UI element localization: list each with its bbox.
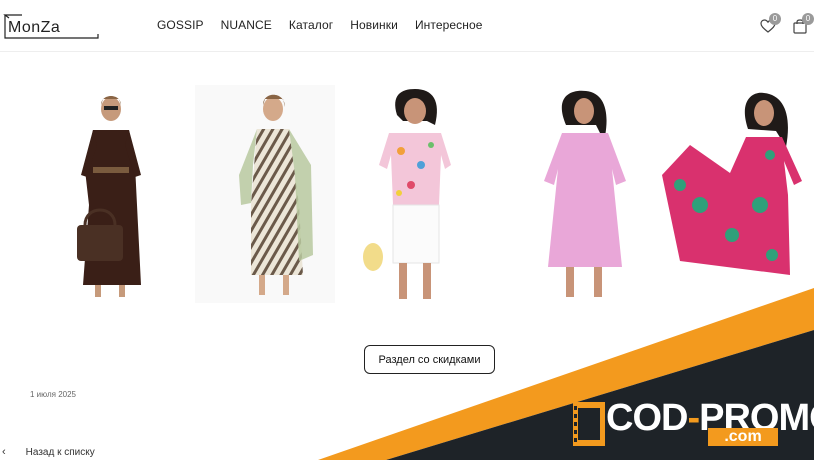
brand-logo[interactable]: MonZa [2, 10, 102, 40]
product-magenta-dress[interactable] [660, 85, 810, 303]
product-striped-dress[interactable] [195, 85, 335, 303]
chevron-left-icon: ‹ [2, 446, 6, 458]
cart-button[interactable]: 0 [791, 13, 814, 37]
favorites-count-badge: 0 [769, 13, 781, 25]
favorites-button[interactable]: 0 [758, 13, 781, 37]
promo-film-icon [573, 402, 605, 446]
nav-new[interactable]: Новинки [350, 18, 398, 32]
product-image-floral-shirt [355, 85, 475, 303]
cart-count-badge: 0 [802, 13, 814, 25]
product-image-magenta-dress [660, 85, 810, 303]
product-floral-shirt[interactable] [355, 85, 475, 303]
promo-brand-main: COD [606, 397, 688, 439]
back-to-list-label: Назад к списку [25, 446, 95, 458]
product-image-pink-dress [520, 85, 645, 303]
promo-brand: COD-PROMO [606, 398, 814, 438]
nav-gossip[interactable]: GOSSIP [157, 18, 204, 32]
post-date: 1 июля 2025 [30, 390, 76, 399]
nav-nuance[interactable]: NUANCE [221, 18, 272, 32]
nav-interesting[interactable]: Интересное [415, 18, 483, 32]
sale-section-button[interactable]: Раздел со скидками [364, 345, 495, 374]
monza-logo-icon: MonZa [3, 14, 99, 39]
main-nav: GOSSIP NUANCE Каталог Новинки Интересное [157, 18, 500, 32]
product-image-brown-dress [55, 85, 175, 303]
back-to-list-link[interactable]: ‹ Назад к списку [0, 444, 95, 460]
promo-domain: .com [708, 428, 778, 446]
product-brown-dress[interactable] [55, 85, 175, 303]
product-image-striped-dress [195, 85, 335, 303]
promo-brand-second: PROMO [699, 397, 814, 439]
nav-catalog[interactable]: Каталог [289, 18, 333, 32]
product-pink-dress[interactable] [520, 85, 645, 303]
svg-text:MonZa: MonZa [8, 19, 60, 36]
promo-brand-dash: - [687, 397, 700, 439]
site-header: MonZa GOSSIP NUANCE Каталог Новинки Инте… [0, 0, 814, 52]
